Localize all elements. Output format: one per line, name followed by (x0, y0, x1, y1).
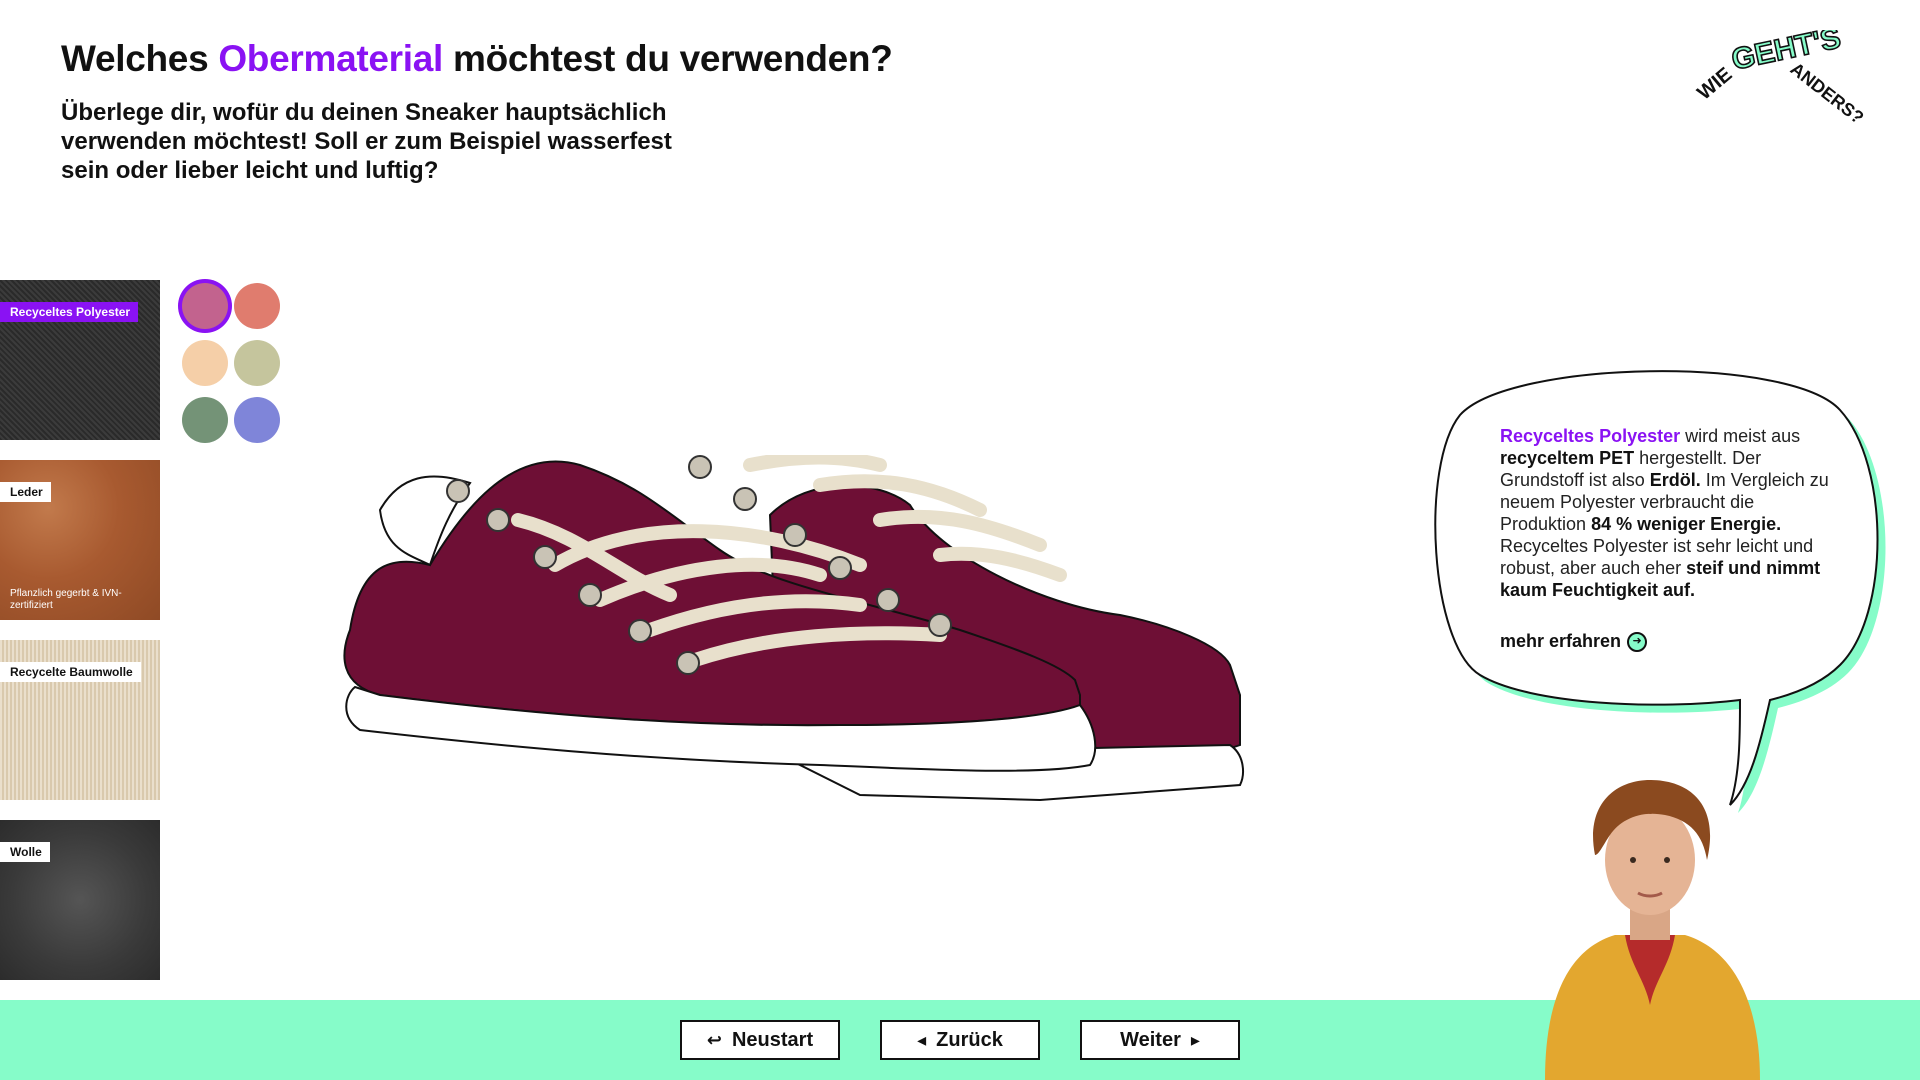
swatch-5[interactable] (182, 397, 228, 443)
material-list: Recyceltes Polyester Leder Pflanzlich ge… (0, 280, 160, 1000)
restart-label: Neustart (731, 1028, 814, 1051)
logo-word-3: ANDERS? (1787, 59, 1868, 128)
restart-arrow-icon: ↩ (706, 1030, 722, 1050)
material-baumwolle[interactable]: Recycelte Baumwolle (0, 640, 160, 800)
arrow-circle-icon: ➜ (1627, 631, 1648, 652)
material-label: Recyceltes Polyester (0, 302, 139, 322)
arrow-right-icon: ▸ (1190, 1030, 1200, 1050)
restart-button[interactable]: ↩ Neustart (680, 1020, 840, 1060)
swatch-1[interactable] (182, 283, 228, 329)
next-label: Weiter (1120, 1028, 1181, 1051)
title-accent: Obermaterial (218, 38, 443, 79)
material-note: Pflanzlich gegerbt & IVN-zertifiziert (10, 588, 122, 611)
material-wolle[interactable]: Wolle (0, 820, 160, 980)
material-label: Leder (0, 482, 51, 502)
page-title: Welches Obermaterial möchtest du verwend… (61, 38, 893, 80)
info-material-name: Recyceltes Polyester (1500, 426, 1681, 446)
logo-word-1: WIE (1693, 63, 1736, 104)
swatch-3[interactable] (182, 340, 228, 386)
material-label: Wolle (0, 842, 50, 862)
more-info-label: mehr erfahren (1500, 631, 1622, 651)
title-text: Welches (61, 38, 219, 79)
info-text: wird meist aus (1680, 426, 1801, 446)
material-info: Recyceltes Polyester wird meist aus recy… (1500, 425, 1830, 601)
material-label: Recycelte Baumwolle (0, 662, 141, 682)
back-label: Zurück (936, 1028, 1003, 1051)
arrow-left-icon: ◂ (917, 1030, 927, 1050)
logo: WIE GEHT'S ANDERS? (1693, 30, 1868, 128)
info-bold: Erdöl. (1649, 470, 1701, 490)
logo-word-2: GEHT'S (1729, 30, 1844, 77)
swatch-2[interactable] (234, 283, 280, 329)
guide-avatar (1545, 780, 1760, 1080)
swatch-6[interactable] (234, 397, 280, 443)
more-info-link[interactable]: mehr erfahren ➜ (1500, 631, 1648, 652)
material-leder[interactable]: Leder Pflanzlich gegerbt & IVN-zertifizi… (0, 460, 160, 620)
next-button[interactable]: Weiter ▸ (1080, 1020, 1240, 1060)
material-polyester[interactable]: Recyceltes Polyester (0, 280, 160, 440)
back-button[interactable]: ◂ Zurück (880, 1020, 1040, 1060)
sneaker-preview (343, 455, 1244, 802)
swatch-4[interactable] (234, 340, 280, 386)
info-bold: recyceltem PET (1500, 448, 1635, 468)
info-bold: 84 % weniger Energie. (1591, 514, 1782, 534)
header: Welches Obermaterial möchtest du verwend… (61, 38, 893, 185)
title-text-end: möchtest du verwenden? (443, 38, 893, 79)
page-subtitle: Überlege dir, wofür du deinen Sneaker ha… (61, 99, 672, 184)
